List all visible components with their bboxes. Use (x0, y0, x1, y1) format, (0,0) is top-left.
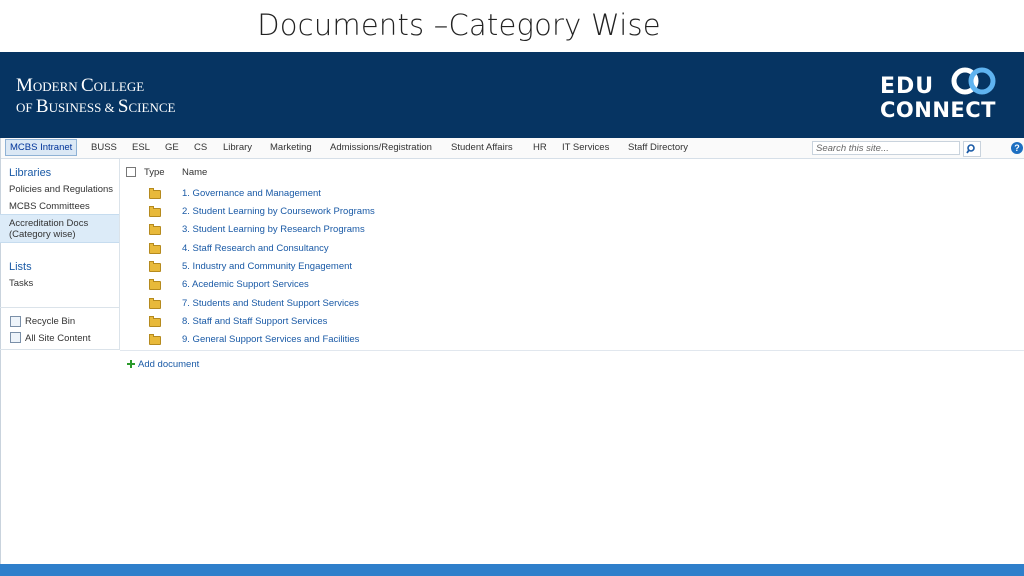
folder-icon (149, 261, 161, 272)
tab-ge[interactable]: GE (161, 140, 183, 155)
folder-link[interactable]: 6. Acedemic Support Services (182, 279, 309, 290)
link-rings-icon (951, 67, 996, 95)
folder-icon (149, 334, 161, 345)
nav-all-site-content[interactable]: All Site Content (25, 333, 90, 344)
list-item[interactable]: 7. Students and Student Support Services (120, 295, 1024, 313)
recycle-bin-icon (10, 316, 21, 327)
folder-icon (149, 279, 161, 290)
slide-title: Documents –Category Wise (257, 8, 661, 42)
folder-link[interactable]: 5. Industry and Community Engagement (182, 261, 352, 272)
tab-buss[interactable]: BUSS (87, 140, 121, 155)
search-button[interactable] (963, 141, 981, 157)
folder-link[interactable]: 9. General Support Services and Faciliti… (182, 334, 359, 345)
lists-heading[interactable]: Lists (9, 261, 32, 273)
folder-icon (149, 243, 161, 254)
folder-link[interactable]: 4. Staff Research and Consultancy (182, 243, 329, 254)
list-item[interactable]: 3. Student Learning by Research Programs (120, 221, 1024, 239)
nav-accreditation-docs[interactable]: Accreditation Docs (9, 218, 88, 229)
college-logo: MODERN COLLEGE OF BUSINESS & SCIENCE (16, 75, 176, 117)
tab-library[interactable]: Library (219, 140, 256, 155)
column-header-name[interactable]: Name (182, 167, 207, 178)
folder-link[interactable]: 1. Governance and Management (182, 188, 321, 199)
folder-icon (149, 224, 161, 235)
libraries-heading[interactable]: Libraries (9, 167, 51, 179)
tab-mcbs-intranet[interactable]: MCBS Intranet (5, 139, 78, 156)
footer-bar (0, 564, 1024, 576)
folder-icon (149, 206, 161, 217)
all-site-content-icon (10, 332, 21, 343)
tab-marketing[interactable]: Marketing (266, 140, 316, 155)
tab-cs[interactable]: CS (190, 140, 211, 155)
folder-icon (149, 298, 161, 309)
list-item[interactable]: 2. Student Learning by Coursework Progra… (120, 203, 1024, 221)
nav-policies-and-regulations[interactable]: Policies and Regulations (9, 184, 113, 195)
tab-admissions-registration[interactable]: Admissions/Registration (326, 140, 436, 155)
folder-link[interactable]: 2. Student Learning by Coursework Progra… (182, 206, 375, 217)
tab-esl[interactable]: ESL (128, 140, 154, 155)
list-item[interactable]: 8. Staff and Staff Support Services (120, 313, 1024, 331)
folder-link[interactable]: 3. Student Learning by Research Programs (182, 224, 365, 235)
tab-staff-directory[interactable]: Staff Directory (624, 140, 692, 155)
educonnect-logo: EDU CONNECT (880, 64, 1004, 124)
quick-launch: Libraries Policies and Regulations MCBS … (0, 159, 120, 350)
column-header-type[interactable]: Type (144, 167, 165, 178)
folder-icon (149, 188, 161, 199)
list-item[interactable]: 9. General Support Services and Faciliti… (120, 331, 1024, 349)
list-item[interactable]: 6. Acedemic Support Services (120, 276, 1024, 294)
nav-accreditation-docs-subtitle[interactable]: (Category wise) (9, 229, 76, 240)
nav-mcbs-committees[interactable]: MCBS Committees (9, 201, 90, 212)
list-item[interactable]: 5. Industry and Community Engagement (120, 258, 1024, 276)
folder-icon (149, 316, 161, 327)
folder-link[interactable]: 7. Students and Student Support Services (182, 298, 359, 309)
list-divider (120, 350, 1024, 351)
search-icon (966, 144, 975, 154)
tab-hr[interactable]: HR (529, 140, 551, 155)
nav-tasks[interactable]: Tasks (9, 278, 33, 289)
add-document-link[interactable]: Add document (127, 359, 199, 370)
tab-student-affairs[interactable]: Student Affairs (447, 140, 517, 155)
list-item[interactable]: 1. Governance and Management (120, 185, 1024, 203)
select-all-checkbox[interactable] (126, 167, 136, 177)
nav-recycle-bin[interactable]: Recycle Bin (25, 316, 75, 327)
folder-link[interactable]: 8. Staff and Staff Support Services (182, 316, 327, 327)
nav-divider (0, 307, 119, 308)
help-icon[interactable]: ? (1011, 142, 1023, 154)
site-banner: MODERN COLLEGE OF BUSINESS & SCIENCE EDU… (0, 52, 1024, 138)
tab-it-services[interactable]: IT Services (558, 140, 613, 155)
plus-icon (127, 360, 135, 368)
search-input[interactable]: Search this site... (812, 141, 960, 155)
list-item[interactable]: 4. Staff Research and Consultancy (120, 240, 1024, 258)
